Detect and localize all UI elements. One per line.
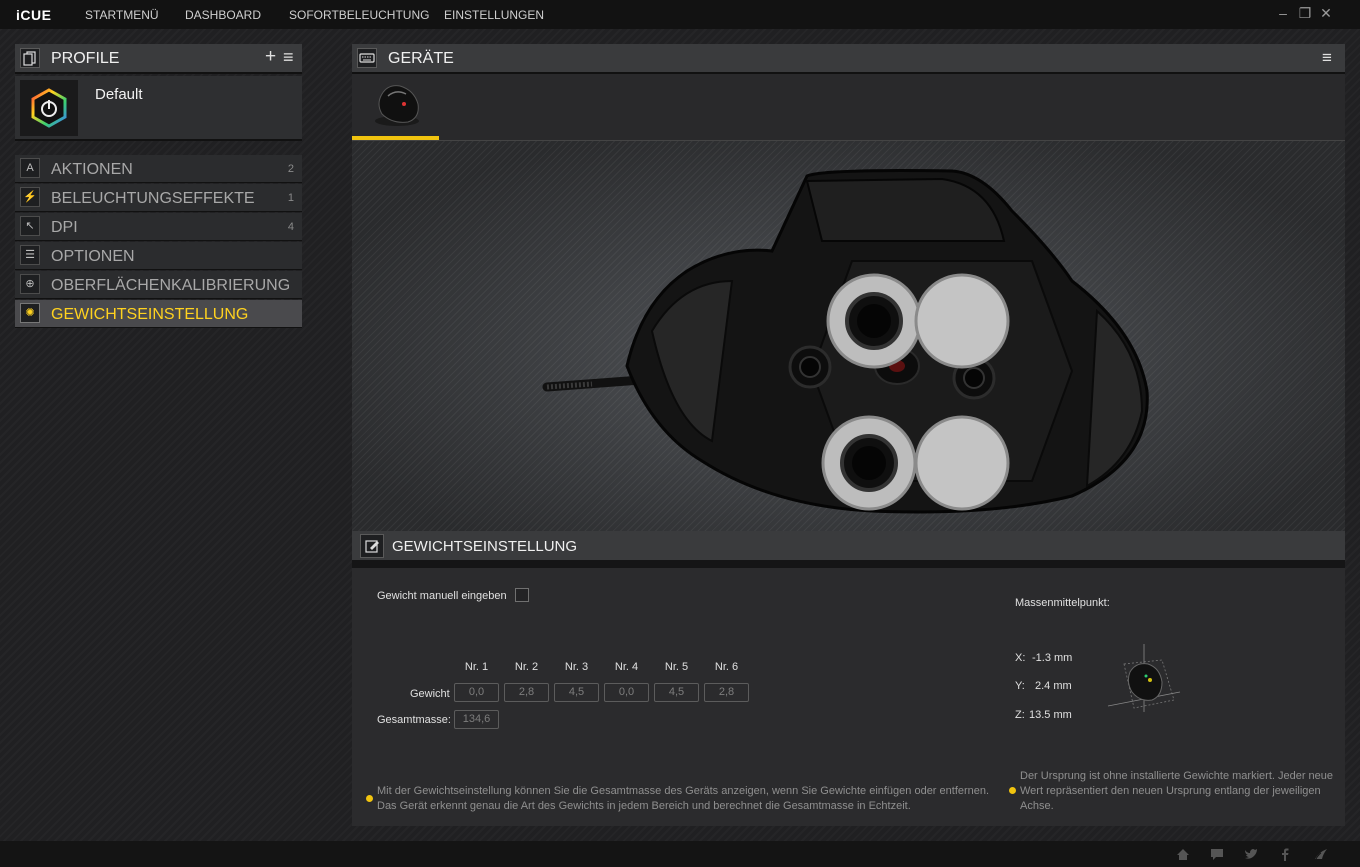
sidebar-item-dpi[interactable]: ↖ DPI 4	[15, 213, 302, 241]
sidebar-item-label: OBERFLÄCHENKALIBRIERUNG	[51, 277, 291, 294]
sidebar-item-optionen[interactable]: ☰ OPTIONEN	[15, 242, 302, 270]
sidebar-item-label: GEWICHTSEINSTELLUNG	[51, 306, 249, 323]
sidebar-item-gewichtseinstellung[interactable]: ✺ GEWICHTSEINSTELLUNG	[15, 300, 302, 328]
center-x-label: X:	[1015, 652, 1026, 664]
nav-sofortbeleuchtung[interactable]: SOFORTBELEUCHTUNG	[289, 8, 429, 22]
origin-note-line-2: Wert repräsentiert den neuen Ursprung en…	[1020, 785, 1321, 797]
total-mass-field: 134,6	[454, 710, 499, 729]
add-profile-button[interactable]: +	[265, 46, 276, 68]
sidebar-item-oberflaechenkalibrierung[interactable]: ⊕ OBERFLÄCHENKALIBRIERUNG	[15, 271, 302, 299]
devices-header: GERÄTE ≡	[352, 44, 1345, 74]
profile-icon	[20, 48, 40, 68]
keyboard-icon	[357, 48, 377, 68]
minimize-icon[interactable]: –	[1275, 5, 1291, 21]
devices-title: GERÄTE	[388, 50, 454, 67]
info-icon	[366, 795, 373, 802]
weight-field-4[interactable]: 0,0	[604, 683, 649, 702]
dpi-pointer-icon: ↖	[20, 216, 40, 236]
close-icon[interactable]: ✕	[1318, 5, 1334, 21]
device-render-stage	[352, 141, 1345, 531]
top-bar: iCUE STARTMENÜ DASHBOARD SOFORTBELEUCHTU…	[0, 0, 1360, 29]
weight-header-shadow	[352, 560, 1345, 568]
corsair-sails-icon[interactable]	[1313, 846, 1329, 862]
weight-note-line-2: Das Gerät erkennt genau die Art des Gewi…	[377, 800, 911, 812]
weight-column-5: Nr. 5	[664, 661, 689, 673]
weight-tuning-icon: ✺	[20, 303, 40, 323]
weight-column-1: Nr. 1	[464, 661, 489, 673]
weight-field-5[interactable]: 4,5	[654, 683, 699, 702]
sidebar-item-aktionen[interactable]: A AKTIONEN 2	[15, 155, 302, 183]
nav-dashboard[interactable]: DASHBOARD	[185, 8, 261, 22]
calibration-crosshair-icon: ⊕	[20, 274, 40, 294]
weight-field-1[interactable]: 0,0	[454, 683, 499, 702]
sidebar-item-count: 2	[287, 163, 294, 175]
actions-icon: A	[20, 158, 40, 178]
sidebar-item-label: AKTIONEN	[51, 161, 133, 178]
weight-settings-panel: Gewicht manuell eingeben Nr. 1 Nr. 2 Nr.…	[352, 568, 1345, 826]
center-of-mass-3d-icon	[1107, 644, 1181, 712]
weight-column-6: Nr. 6	[714, 661, 739, 673]
sidebar-item-count: 1	[287, 192, 294, 204]
devices-menu-icon[interactable]: ≡	[1322, 48, 1332, 68]
weight-note-line-1: Mit der Gewichtseinstellung können Sie d…	[377, 785, 990, 797]
device-tab-strip	[352, 74, 1345, 141]
lightning-icon: ⚡	[20, 187, 40, 207]
chat-icon[interactable]	[1209, 846, 1225, 862]
mouse-thumbnail-icon	[375, 85, 419, 126]
profile-name: Default	[95, 86, 143, 103]
center-z-value: 13.5 mm	[1029, 709, 1072, 721]
bottom-bar	[0, 841, 1360, 867]
facebook-icon[interactable]	[1277, 846, 1293, 862]
weight-title: GEWICHTSEINSTELLUNG	[392, 538, 578, 555]
nav-einstellungen[interactable]: EINSTELLUNGEN	[444, 8, 544, 22]
nav-startmenu[interactable]: STARTMENÜ	[85, 8, 159, 22]
mouse-underside-image	[542, 169, 1149, 514]
manual-weight-label: Gewicht manuell eingeben	[377, 590, 507, 602]
info-icon	[1009, 787, 1016, 794]
weight-field-3[interactable]: 4,5	[554, 683, 599, 702]
origin-note-line-1: Der Ursprung ist ohne installierte Gewic…	[1020, 770, 1334, 782]
sidebar-item-label: BELEUCHTUNGSEFFEKTE	[51, 190, 255, 207]
twitter-icon[interactable]	[1243, 846, 1259, 862]
device-tab-mouse[interactable]	[352, 74, 439, 140]
manual-weight-checkbox[interactable]	[515, 588, 529, 602]
weight-row-label: Gewicht	[410, 688, 450, 700]
sidebar-item-label: DPI	[51, 219, 78, 236]
profile-thumbnail	[20, 80, 78, 136]
center-of-mass-title: Massenmittelpunkt:	[1015, 597, 1110, 609]
edit-icon	[360, 534, 384, 558]
sidebar-item-count: 4	[287, 221, 294, 233]
device-tab-indicator	[352, 136, 439, 140]
options-list-icon: ☰	[20, 245, 40, 265]
sidebar-item-beleuchtungseffekte[interactable]: ⚡ BELEUCHTUNGSEFFEKTE 1	[15, 184, 302, 212]
weight-field-6[interactable]: 2,8	[704, 683, 749, 702]
profile-card-default[interactable]: Default	[15, 76, 302, 141]
center-y-label: Y:	[1015, 680, 1025, 692]
app-logo: iCUE	[16, 7, 52, 23]
profile-title: PROFILE	[51, 50, 120, 67]
weight-header: GEWICHTSEINSTELLUNG	[352, 531, 1345, 562]
center-y-value: 2.4 mm	[1035, 680, 1072, 692]
weight-column-2: Nr. 2	[514, 661, 539, 673]
restore-icon[interactable]: ❐	[1297, 5, 1313, 21]
center-z-label: Z:	[1015, 709, 1025, 721]
weight-column-4: Nr. 4	[614, 661, 639, 673]
weight-column-3: Nr. 3	[564, 661, 589, 673]
profile-menu-icon[interactable]: ≡	[283, 47, 294, 68]
weight-field-2[interactable]: 2,8	[504, 683, 549, 702]
home-icon[interactable]	[1175, 846, 1191, 862]
total-mass-label: Gesamtmasse:	[377, 714, 451, 726]
icue-icon	[31, 88, 67, 128]
sidebar-item-label: OPTIONEN	[51, 248, 135, 265]
origin-note-line-3: Achse.	[1020, 800, 1054, 812]
profile-header: PROFILE + ≡	[15, 44, 302, 74]
center-x-value: -1.3 mm	[1032, 652, 1073, 664]
